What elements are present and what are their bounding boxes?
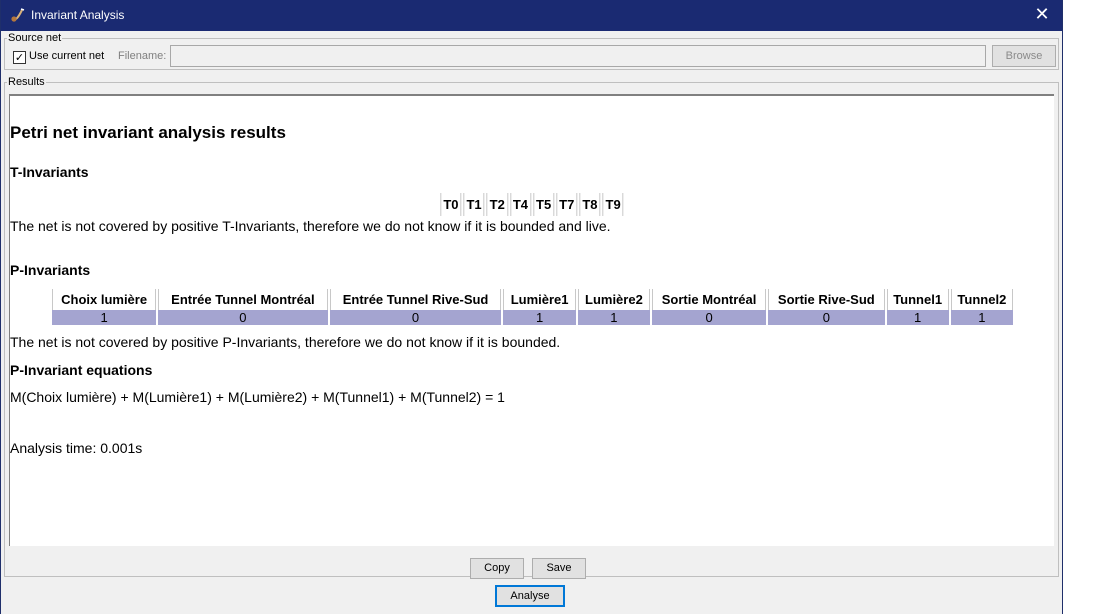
p-invariant-equation: M(Choix lumière) + M(Lumière1) + M(Lumiè… [10, 389, 505, 405]
t-invariants-heading: T-Invariants [10, 164, 89, 180]
p-invariant-column: Sortie Montréal [652, 289, 767, 310]
save-button[interactable]: Save [532, 558, 586, 579]
p-invariant-value: 0 [158, 310, 328, 325]
filename-field[interactable] [170, 45, 986, 67]
t-invariant-column: T9 [602, 193, 624, 216]
results-legend: Results [8, 76, 45, 88]
t-invariant-column: T4 [509, 193, 531, 216]
invariant-analysis-window: Invariant Analysis ✕ Source net ✓ Use cu… [0, 0, 1063, 614]
p-invariant-value: 0 [652, 310, 767, 325]
p-invariant-column: Choix lumière [52, 289, 157, 310]
copy-button[interactable]: Copy [470, 558, 524, 579]
t-invariant-column: T7 [556, 193, 578, 216]
p-invariant-value: 1 [52, 310, 157, 325]
p-invariant-column: Tunnel2 [950, 289, 1013, 310]
p-invariants-table: Choix lumière Entrée Tunnel Montréal Entré… [50, 289, 1015, 325]
filename-label: Filename: [118, 50, 167, 62]
t-invariant-column: T1 [463, 193, 485, 216]
results-heading: Petri net invariant analysis results [10, 123, 286, 142]
p-invariant-value: 0 [329, 310, 502, 325]
p-invariant-column: Entrée Tunnel Montréal [158, 289, 328, 310]
p-invariant-value: 1 [577, 310, 651, 325]
p-invariant-value: 1 [886, 310, 949, 325]
p-invariants-heading: P-Invariants [10, 262, 91, 278]
p-invariant-value: 1 [950, 310, 1013, 325]
p-invariant-column: Lumière2 [577, 289, 651, 310]
pipe-icon [11, 8, 25, 22]
t-invariants-table: T0 T1 T2 T4 T5 T7 T8 T9 [438, 193, 625, 216]
analysis-time: Analysis time: 0.001s [10, 440, 143, 456]
p-invariant-value: 1 [503, 310, 576, 325]
results-pane[interactable]: Petri net invariant analysis results T-I… [9, 94, 1054, 546]
window-title: Invariant Analysis [31, 8, 125, 22]
t-invariant-column: T8 [579, 193, 601, 216]
p-equations-heading: P-Invariant equations [10, 362, 153, 378]
source-net-legend: Source net [8, 32, 62, 44]
title-bar: Invariant Analysis ✕ [1, 0, 1062, 31]
t-invariant-column: T5 [533, 193, 555, 216]
t-invariant-column: T2 [486, 193, 508, 216]
use-current-net-label[interactable]: Use current net [29, 50, 104, 62]
t-invariants-message: The net is not covered by positive T-Inv… [10, 218, 611, 234]
browse-button[interactable]: Browse [992, 45, 1056, 67]
t-invariant-column: T0 [440, 193, 462, 216]
p-invariant-column: Lumière1 [503, 289, 576, 310]
p-invariant-column: Sortie Rive-Sud [768, 289, 885, 310]
p-invariant-column: Entrée Tunnel Rive-Sud [329, 289, 502, 310]
source-net-group: Source net ✓ Use current net Filename: B… [4, 32, 1059, 70]
p-invariants-message: The net is not covered by positive P-Inv… [10, 334, 561, 350]
use-current-net-checkbox[interactable]: ✓ [13, 51, 26, 64]
results-group: Results Petri net invariant analysis res… [4, 76, 1059, 579]
p-invariant-column: Tunnel1 [886, 289, 949, 310]
analyse-button[interactable]: Analyse [495, 585, 565, 607]
close-icon[interactable]: ✕ [1030, 4, 1054, 26]
p-invariant-value: 0 [768, 310, 885, 325]
